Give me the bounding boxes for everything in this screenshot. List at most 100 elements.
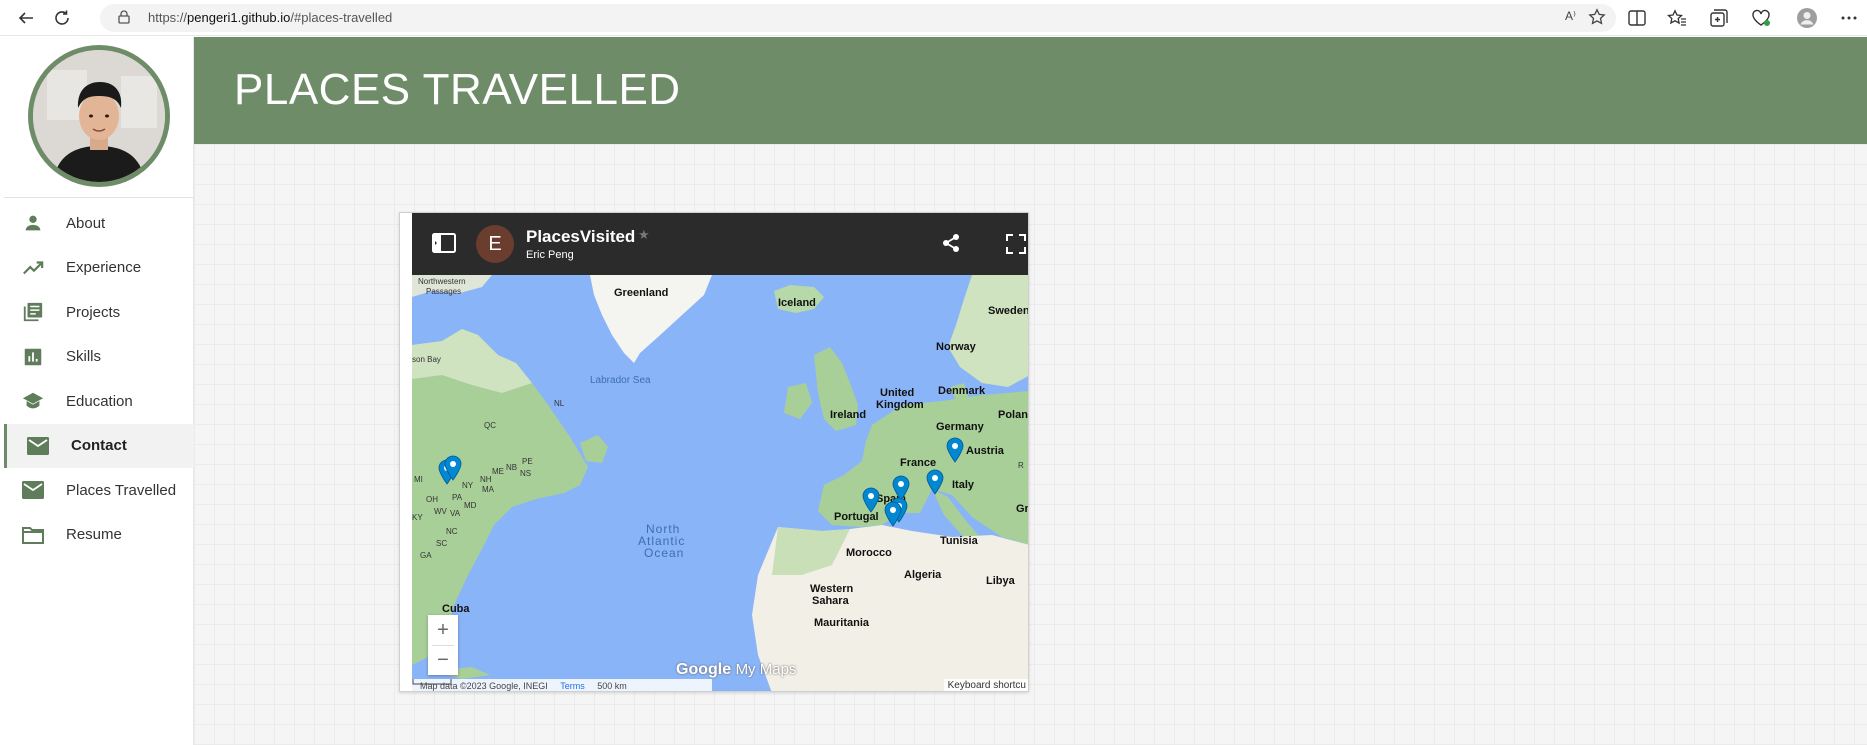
sidebar-item-resume[interactable]: Resume bbox=[4, 513, 194, 558]
trending-up-icon bbox=[20, 255, 46, 281]
browser-toolbar: https://pengeri1.github.io/#places-trave… bbox=[0, 0, 1867, 36]
zoom-divider bbox=[432, 645, 454, 646]
side-panel-toggle-icon[interactable] bbox=[432, 233, 456, 258]
label-libya: Libya bbox=[986, 575, 1015, 587]
label-western: Western bbox=[810, 583, 854, 595]
label-labrador-sea: Labrador Sea bbox=[590, 375, 651, 386]
label-mauritania: Mauritania bbox=[814, 617, 870, 629]
terms-link[interactable]: Terms bbox=[560, 681, 585, 691]
label-austria: Austria bbox=[966, 445, 1004, 457]
map-embed[interactable]: E PlacesVisited ★ Eric Peng Northwestern… bbox=[399, 212, 1029, 692]
page-title: PLACES TRAVELLED bbox=[234, 65, 681, 114]
label-morocco: Morocco bbox=[846, 547, 892, 559]
label-pa: PA bbox=[452, 493, 463, 502]
share-icon[interactable] bbox=[942, 233, 960, 258]
map-title: PlacesVisited bbox=[526, 227, 636, 246]
reload-icon[interactable] bbox=[50, 6, 74, 30]
sidebar-item-label: About bbox=[66, 214, 106, 232]
map-pin[interactable] bbox=[862, 487, 880, 513]
label-norway: Norway bbox=[936, 341, 976, 353]
split-screen-icon[interactable] bbox=[1626, 7, 1648, 29]
avatar bbox=[28, 45, 170, 187]
sidebar-item-contact[interactable]: Contact bbox=[4, 423, 194, 468]
sidebar-item-places-travelled[interactable]: Places Travelled bbox=[4, 468, 194, 513]
sidebar: About Experience Projects Skills Educati… bbox=[4, 37, 194, 745]
label-r: R bbox=[1018, 461, 1024, 470]
label-northwestern: Northwestern bbox=[418, 277, 466, 286]
label-ns: NS bbox=[520, 469, 532, 478]
label-ireland: Ireland bbox=[830, 409, 867, 421]
more-options-icon[interactable] bbox=[1838, 7, 1860, 29]
lock-icon bbox=[118, 10, 130, 29]
label-hudson-bay: son Bay bbox=[412, 355, 441, 364]
star-icon[interactable]: ★ bbox=[638, 227, 650, 243]
label-nb: NB bbox=[506, 463, 518, 472]
label-wv: WV bbox=[434, 507, 447, 516]
label-italy: Italy bbox=[952, 479, 975, 491]
label-nc: NC bbox=[446, 527, 458, 536]
label-me: ME bbox=[492, 467, 504, 476]
back-arrow-icon[interactable] bbox=[14, 6, 38, 30]
bar-chart-icon bbox=[20, 344, 46, 370]
scale-bar bbox=[412, 679, 452, 685]
browser-essentials-icon[interactable] bbox=[1750, 7, 1772, 29]
keyboard-shortcuts-link[interactable]: Keyboard shortcu bbox=[943, 679, 1028, 691]
sidebar-item-about[interactable]: About bbox=[4, 201, 194, 246]
sidebar-item-skills[interactable]: Skills bbox=[4, 335, 194, 380]
sidebar-item-label: Projects bbox=[66, 303, 121, 321]
label-poland: Polan bbox=[998, 409, 1028, 421]
sidebar-item-label: Education bbox=[66, 392, 133, 410]
school-icon bbox=[20, 388, 46, 414]
address-bar[interactable]: https://pengeri1.github.io/#places-trave… bbox=[100, 4, 1616, 32]
label-sahara: Sahara bbox=[812, 595, 849, 607]
sidebar-item-label: Resume bbox=[66, 526, 122, 544]
label-ocean-ocean: Ocean bbox=[644, 546, 685, 560]
map-header: E PlacesVisited ★ Eric Peng bbox=[412, 213, 1028, 275]
label-greenland: Greenland bbox=[614, 287, 669, 299]
sidebar-divider bbox=[4, 197, 194, 198]
label-united: United bbox=[880, 387, 915, 399]
label-ga: GA bbox=[420, 551, 432, 560]
sidebar-item-label: Contact bbox=[71, 437, 127, 455]
mail-icon bbox=[25, 433, 51, 459]
label-nl: NL bbox=[554, 399, 565, 408]
label-tunisia: Tunisia bbox=[940, 535, 978, 547]
zoom-control: + − bbox=[428, 615, 458, 675]
label-pe: PE bbox=[522, 457, 533, 466]
map-pin[interactable] bbox=[444, 455, 462, 481]
sidebar-item-label: Experience bbox=[66, 259, 142, 277]
profile-icon[interactable] bbox=[1796, 7, 1818, 29]
map-pin[interactable] bbox=[926, 469, 944, 495]
label-mi: MI bbox=[414, 475, 423, 484]
sidebar-item-education[interactable]: Education bbox=[4, 379, 194, 424]
map-canvas[interactable]: Northwestern Passages Greenland Iceland … bbox=[412, 275, 1029, 691]
url-text: https://pengeri1.github.io/#places-trave… bbox=[148, 10, 393, 25]
label-sweden: Sweden bbox=[988, 305, 1029, 317]
label-oh: OH bbox=[426, 495, 438, 504]
label-va: VA bbox=[450, 509, 461, 518]
collections-icon[interactable] bbox=[1708, 7, 1730, 29]
label-germany: Germany bbox=[936, 421, 984, 433]
sidebar-item-experience[interactable]: Experience bbox=[4, 246, 194, 291]
scale-label: 500 km bbox=[597, 681, 627, 691]
fullscreen-icon[interactable] bbox=[1006, 234, 1026, 259]
zoom-out-button[interactable]: − bbox=[428, 645, 458, 675]
label-ma: MA bbox=[482, 485, 494, 494]
sidebar-item-label: Skills bbox=[66, 348, 102, 366]
map-attribution: Map data ©2023 Google, INEGI Terms 500 k… bbox=[412, 679, 712, 691]
map-pin[interactable] bbox=[946, 437, 964, 463]
map-pin[interactable] bbox=[884, 501, 902, 527]
sidebar-item-projects[interactable]: Projects bbox=[4, 290, 194, 335]
label-md: MD bbox=[464, 501, 477, 510]
sidebar-menu: About Experience Projects Skills Educati… bbox=[4, 201, 194, 557]
person-icon bbox=[20, 210, 46, 236]
favorite-star-icon[interactable] bbox=[1588, 8, 1606, 31]
label-algeria: Algeria bbox=[904, 569, 942, 581]
label-nh: NH bbox=[480, 475, 492, 484]
label-passages: Passages bbox=[426, 287, 462, 296]
label-iceland: Iceland bbox=[778, 297, 816, 309]
favorites-icon[interactable] bbox=[1666, 7, 1688, 29]
map-owner-avatar: E bbox=[476, 225, 514, 263]
read-aloud-icon[interactable]: A⁾ bbox=[1565, 9, 1576, 23]
zoom-in-button[interactable]: + bbox=[428, 615, 458, 645]
